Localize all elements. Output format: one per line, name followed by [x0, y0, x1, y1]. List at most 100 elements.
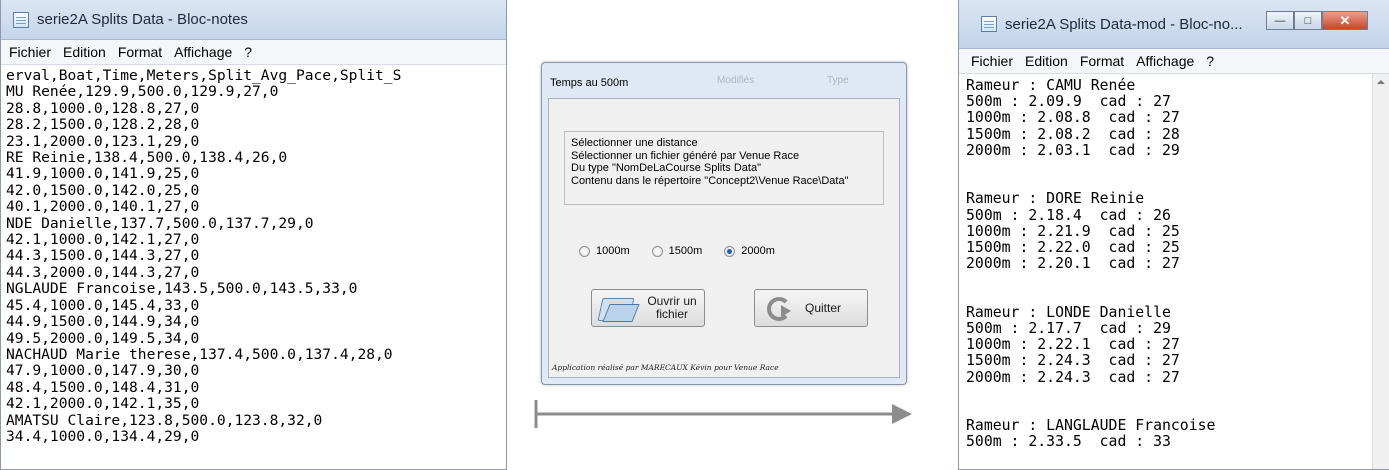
text-line: erval,Boat,Time,Meters,Split_Avg_Pace,Sp…: [6, 67, 402, 84]
text-line: RE Reinie,138.4,500.0,138.4,26,0: [6, 149, 288, 167]
left-titlebar[interactable]: serie2A Splits Data - Bloc-notes: [1, 0, 506, 40]
left-menubar: Fichier Edition Format Affichage ?: [1, 40, 506, 65]
text-line: Rameur : LONDE Danielle: [966, 303, 1171, 321]
left-notepad-window: serie2A Splits Data - Bloc-notes Fichier…: [0, 0, 507, 470]
radio-button-icon[interactable]: [651, 245, 663, 257]
text-line: 47.9,1000.0,147.9,30,0: [6, 362, 200, 380]
text-line: 23.1,2000.0,123.1,29,0: [6, 132, 200, 150]
right-text-content: Rameur : CAMU Renée 500m : 2.09.9 cad : 2…: [959, 74, 1373, 451]
instructions-box: Sélectionner une distance Sélectionner u…: [564, 131, 884, 205]
text-line: NGLAUDE Francoise,143.5,500.0,143.5,33,0: [6, 280, 358, 298]
left-window-title: serie2A Splits Data - Bloc-notes: [37, 11, 248, 28]
quit-button[interactable]: Quitter: [754, 289, 868, 327]
text-line: [966, 159, 1373, 175]
radio-2000m[interactable]: 2000m: [724, 245, 775, 257]
open-file-label-line1: Ouvrir un: [647, 294, 697, 308]
menu-fichier[interactable]: Fichier: [971, 53, 1013, 69]
notepad-icon: [13, 11, 29, 28]
menu-format[interactable]: Format: [118, 44, 162, 60]
text-line: NACHAUD Marie therese,137.4,500.0,137.4,…: [6, 345, 393, 363]
instruction-line: Contenu dans le répertoire "Concept2\Ven…: [571, 174, 849, 187]
distance-radio-group: 1000m 1500m 2000m: [579, 245, 775, 257]
maximize-icon[interactable]: □: [1294, 11, 1322, 30]
text-line: 1500m : 2.08.2 cad : 28: [966, 125, 1180, 143]
menu-help[interactable]: ?: [1206, 53, 1214, 69]
temps-dialog: Temps au 500m Modifiés Type Sélectionner…: [541, 62, 907, 385]
close-icon[interactable]: ✕: [1322, 11, 1368, 30]
text-line: 2000m : 2.20.1 cad : 27: [966, 255, 1180, 273]
menu-format[interactable]: Format: [1080, 53, 1124, 69]
text-line: 28.2,1500.0,128.2,28,0: [6, 116, 200, 134]
right-titlebar[interactable]: serie2A Splits Data-mod - Bloc-no... — □…: [959, 0, 1389, 49]
text-line: 1000m : 2.08.8 cad : 27: [966, 109, 1180, 127]
radio-1500m[interactable]: 1500m: [651, 245, 703, 257]
ghost-header-modified: Modifiés: [717, 75, 755, 86]
menu-affichage[interactable]: Affichage: [1136, 53, 1194, 69]
open-file-button[interactable]: Ouvrir un fichier: [591, 289, 705, 327]
menu-help[interactable]: ?: [244, 44, 252, 60]
radio-label: 1000m: [596, 245, 630, 257]
text-line: MU Renée,129.9,500.0,129.9,27,0: [6, 83, 279, 101]
left-text-area[interactable]: erval,Boat,Time,Meters,Split_Avg_Pace,Sp…: [1, 65, 506, 445]
text-line: 44.9,1500.0,144.9,34,0: [6, 313, 200, 331]
radio-1000m[interactable]: 1000m: [579, 245, 630, 257]
minimize-icon[interactable]: —: [1266, 11, 1294, 30]
quit-label: Quitter: [805, 301, 842, 315]
menu-edition[interactable]: Edition: [1025, 53, 1068, 69]
open-file-label: Ouvrir un fichier: [642, 295, 702, 321]
open-file-label-line2: fichier: [655, 307, 688, 321]
text-line: AMATSU Claire,123.8,500.0,123.8,32,0: [6, 411, 323, 429]
menu-edition[interactable]: Edition: [63, 44, 106, 60]
text-line: 41.9,1000.0,141.9,25,0: [6, 165, 200, 183]
right-text-area[interactable]: Rameur : CAMU Renée 500m : 2.09.9 cad : 2…: [959, 74, 1373, 469]
text-line: 1000m : 2.22.1 cad : 27: [966, 336, 1180, 354]
radio-label: 1500m: [668, 245, 703, 257]
text-line: [966, 175, 1373, 191]
text-line: 45.4,1000.0,145.4,33,0: [6, 296, 200, 314]
right-window-title: serie2A Splits Data-mod - Bloc-no...: [1005, 15, 1243, 33]
text-line: Rameur : DORE Reinie: [966, 190, 1145, 208]
transform-arrow: [534, 400, 912, 428]
text-line: 42.0,1500.0,142.0,25,0: [6, 181, 200, 199]
text-line: 1000m : 2.21.9 cad : 25: [966, 222, 1180, 240]
quit-arrow-icon: [765, 295, 799, 321]
text-line: 34.4,1000.0,134.4,29,0: [6, 427, 200, 445]
text-line: 28.8,1000.0,128.8,27,0: [6, 99, 200, 117]
text-line: 44.3,2000.0,144.3,27,0: [6, 263, 200, 281]
instruction-line: Sélectionner une distance: [571, 137, 698, 149]
radio-button-icon[interactable]: [579, 245, 590, 257]
text-line: [966, 289, 1373, 305]
radio-label: 2000m: [741, 245, 775, 257]
menu-affichage[interactable]: Affichage: [174, 44, 232, 60]
text-line: 1500m : 2.24.3 cad : 27: [966, 352, 1180, 370]
arrow-head-icon: [892, 404, 912, 424]
instruction-line: Du type "NomDeLaCourse Splits Data": [571, 162, 762, 174]
text-line: 40.1,2000.0,140.1,27,0: [6, 198, 200, 216]
text-line: Rameur : LANGLAUDE Francoise: [966, 417, 1216, 435]
text-line: [966, 386, 1373, 402]
text-line: Rameur : CAMU Renée: [966, 77, 1136, 94]
ghost-header-type: Type: [827, 75, 849, 86]
text-line: 1500m : 2.22.0 cad : 25: [966, 239, 1180, 257]
text-line: 500m : 2.17.7 cad : 29: [966, 320, 1171, 338]
scroll-up-icon[interactable]: [1377, 80, 1385, 84]
dialog-title: Temps au 500m: [550, 77, 629, 89]
text-line: 48.4,1500.0,148.4,31,0: [6, 378, 200, 396]
radio-button-selected-icon[interactable]: [724, 245, 736, 257]
text-line: 2000m : 2.03.1 cad : 29: [966, 141, 1180, 159]
text-line: 42.1,2000.0,142.1,35,0: [6, 395, 200, 413]
dialog-footnote: Application réalisé par MARECAUX Kévin p…: [552, 363, 779, 372]
vertical-scrollbar[interactable]: [1372, 74, 1389, 469]
menu-fichier[interactable]: Fichier: [9, 44, 51, 60]
text-line: 500m : 2.18.4 cad : 26: [966, 206, 1171, 224]
text-line: NDE Danielle,137.7,500.0,137.7,29,0: [6, 214, 314, 232]
text-line: 500m : 2.33.5 cad : 33: [966, 433, 1171, 451]
right-menubar: Fichier Edition Format Affichage ?: [959, 49, 1389, 74]
text-line: [966, 402, 1373, 418]
text-line: 49.5,2000.0,149.5,34,0: [6, 329, 200, 347]
instruction-line: Sélectionner un fichier généré par Venue…: [571, 149, 800, 162]
text-line: 2000m : 2.24.3 cad : 27: [966, 368, 1180, 386]
caption-buttons: — □ ✕: [1266, 11, 1368, 30]
text-line: 42.1,1000.0,142.1,27,0: [6, 231, 200, 249]
text-line: [966, 272, 1373, 288]
